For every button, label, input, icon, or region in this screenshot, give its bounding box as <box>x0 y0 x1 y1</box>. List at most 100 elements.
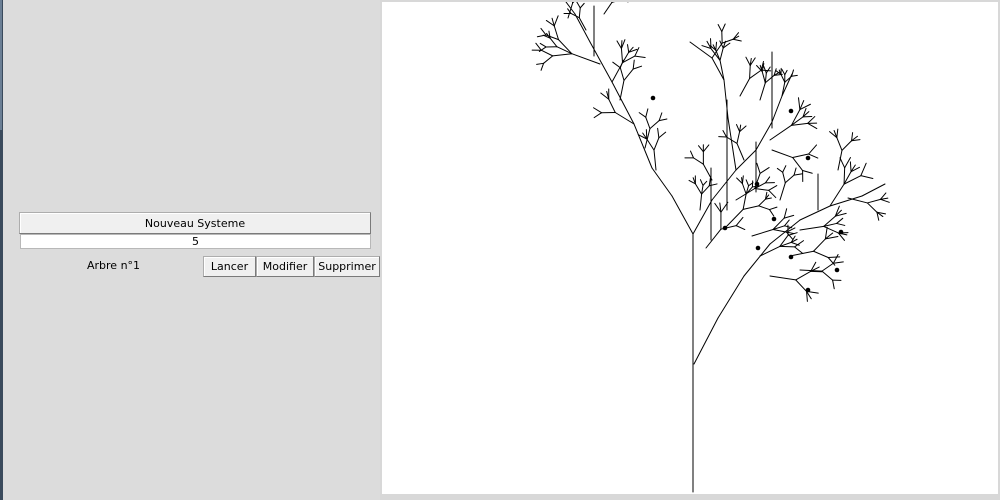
tree-branch <box>797 97 801 111</box>
tree-branch <box>739 77 751 97</box>
tree-branch <box>727 117 737 171</box>
tree-branch <box>539 42 547 48</box>
modify-button[interactable]: Modifier <box>256 256 314 277</box>
tree-branch <box>754 188 770 191</box>
tree-node <box>805 287 811 293</box>
tree-branch <box>866 198 881 204</box>
tree-branch <box>847 197 868 204</box>
tree-branch <box>705 228 722 249</box>
tree-branch <box>782 165 787 173</box>
depth-input[interactable] <box>20 234 371 249</box>
tree-canvas[interactable] <box>382 2 998 494</box>
tree-branch <box>759 245 781 257</box>
tree-branch <box>761 71 766 84</box>
tree-node <box>650 95 656 101</box>
tree-branch <box>769 275 797 281</box>
drawing-area <box>380 0 1000 500</box>
tree-branch <box>861 183 886 197</box>
tree-branch <box>634 55 646 59</box>
tree-branch <box>771 95 783 123</box>
tree-branch <box>658 112 663 122</box>
tree-branch <box>749 65 751 79</box>
tree-branch <box>653 137 660 151</box>
tree-branch <box>836 128 839 139</box>
tree-branch <box>827 256 841 258</box>
tree-branch <box>619 67 625 81</box>
tree-branch <box>693 317 719 365</box>
tree-branch <box>553 15 559 27</box>
tree-branch <box>699 179 704 186</box>
tree-branch <box>732 38 742 42</box>
tree-branch <box>540 62 545 71</box>
tree-branch <box>702 144 710 153</box>
tree-node <box>805 155 811 161</box>
tree-branch <box>764 72 767 84</box>
tree-node <box>755 245 761 251</box>
tree-branch <box>658 131 667 139</box>
tree-branch <box>646 138 655 151</box>
tree-branch <box>779 182 786 201</box>
tree-branch <box>807 122 818 130</box>
delete-button[interactable]: Supprimer <box>314 256 380 277</box>
tree-branch <box>799 225 825 231</box>
new-system-button[interactable]: Nouveau Systeme <box>19 212 371 234</box>
tree-branch <box>616 40 622 49</box>
tree-branch <box>780 73 786 83</box>
tree-branch <box>821 262 834 272</box>
l-system-app: Nouveau Systeme Arbre n°1 Lancer Modifie… <box>0 0 1000 500</box>
tree-branch <box>791 69 795 77</box>
tree-branch <box>791 74 798 77</box>
tree-branch <box>572 2 574 4</box>
tree-branch <box>741 183 747 195</box>
tree-branch <box>620 47 624 64</box>
tree-branch <box>653 149 657 171</box>
tree-branch <box>574 13 591 43</box>
tree-node <box>834 267 840 273</box>
launch-button[interactable]: Lancer <box>203 256 256 277</box>
window-left-edge-highlight <box>0 0 2 130</box>
tree-branch <box>802 170 813 174</box>
tree-branch <box>769 124 792 141</box>
tree-branch <box>694 183 703 195</box>
tree-branch <box>540 27 547 36</box>
tree-branch <box>699 193 703 211</box>
tree-branch <box>782 171 786 184</box>
tree-branch <box>736 131 741 144</box>
tree-branch <box>593 107 603 114</box>
tree-branch <box>860 175 874 179</box>
tree-branch <box>671 195 694 235</box>
tree-branch <box>832 279 835 290</box>
tree-branch <box>783 208 788 219</box>
tree-branch <box>556 46 573 55</box>
tree-branch <box>849 161 852 173</box>
tree-branch <box>645 116 651 130</box>
tree-branch <box>632 59 635 70</box>
tree-node <box>754 181 760 187</box>
tree-branch <box>795 279 808 292</box>
tree-branch <box>860 162 867 177</box>
tree-branch <box>657 127 660 139</box>
tree-branch <box>772 228 788 233</box>
tree-branch <box>866 202 878 213</box>
tree-branch <box>764 74 775 84</box>
tree-branch <box>823 225 839 234</box>
tree-branch <box>799 205 831 221</box>
tree-branch <box>807 116 816 124</box>
tree-branches <box>531 2 890 493</box>
tree-branch <box>619 59 624 69</box>
tree-branch <box>658 118 668 122</box>
tree-branch <box>821 270 834 281</box>
tree-branch <box>758 205 771 211</box>
tree-branch <box>702 180 708 186</box>
tree-branch <box>756 162 761 174</box>
tree-branch <box>552 53 573 57</box>
tree-branch <box>836 222 846 226</box>
tree-nodes <box>650 95 844 293</box>
tree-branch <box>708 183 718 187</box>
tree-branch <box>645 108 649 118</box>
tree-node <box>838 229 844 235</box>
tree-branch <box>623 68 634 81</box>
tree-branch <box>608 98 616 114</box>
tree-branch <box>771 149 794 159</box>
tree-branch <box>576 2 581 9</box>
